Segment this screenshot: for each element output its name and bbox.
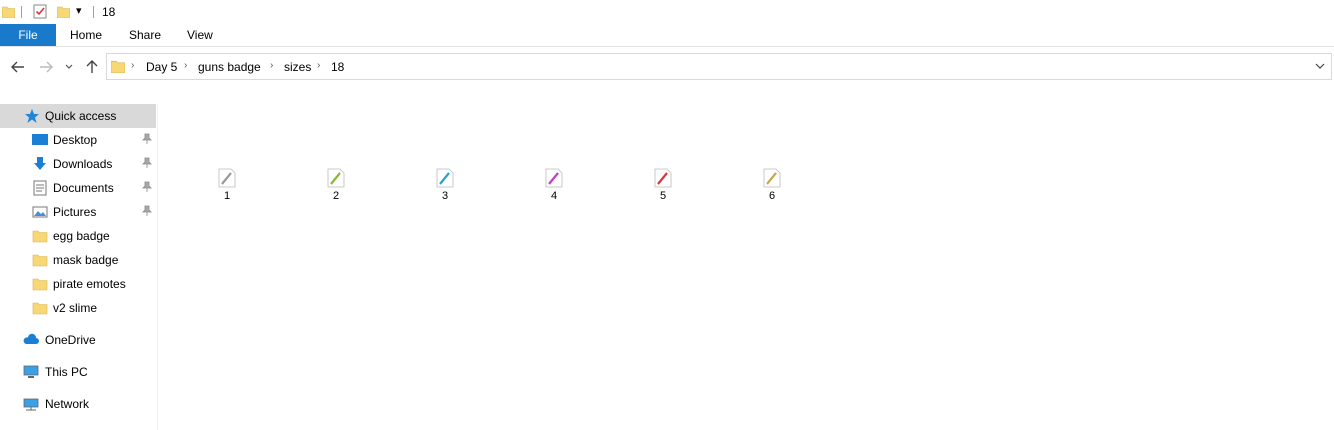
chevron-right-icon[interactable]: › bbox=[131, 60, 134, 71]
chevron-right-icon[interactable]: › bbox=[270, 60, 273, 71]
title-separator bbox=[93, 6, 94, 18]
recent-locations-button[interactable] bbox=[63, 59, 75, 75]
up-arrow-icon bbox=[86, 60, 98, 73]
address-dropdown-icon[interactable] bbox=[1315, 63, 1325, 70]
file-list[interactable]: 1 2 3 4 5 6 bbox=[158, 88, 1334, 430]
sidebar-item-label: Pictures bbox=[53, 205, 97, 219]
star-icon bbox=[25, 109, 39, 123]
tab-home[interactable]: Home bbox=[70, 24, 102, 46]
sidebar-item-mask-badge[interactable]: mask badge bbox=[0, 248, 156, 272]
folder-icon bbox=[32, 254, 48, 267]
sidebar-item-v2-slime[interactable]: v2 slime bbox=[0, 296, 156, 320]
chevron-right-icon[interactable]: › bbox=[317, 60, 320, 71]
tab-share[interactable]: Share bbox=[129, 24, 161, 46]
tab-file[interactable]: File bbox=[0, 24, 56, 46]
image-file-icon bbox=[327, 168, 345, 188]
sidebar-item-this-pc[interactable]: This PC bbox=[0, 360, 156, 384]
quick-access-separator bbox=[21, 6, 22, 18]
folder-icon bbox=[32, 230, 48, 243]
documents-icon bbox=[33, 180, 47, 196]
back-button[interactable] bbox=[10, 59, 26, 75]
file-item[interactable]: 1 bbox=[197, 168, 257, 208]
image-file-icon bbox=[763, 168, 781, 188]
navigation-bar: › Day 5 › guns badge › sizes › 18 bbox=[0, 47, 1334, 87]
sidebar-item-network[interactable]: Network bbox=[0, 392, 156, 416]
file-name: 6 bbox=[768, 190, 776, 202]
pin-icon bbox=[142, 205, 152, 216]
properties-icon[interactable] bbox=[33, 4, 47, 19]
sidebar-item-quick-access[interactable]: Quick access bbox=[0, 104, 156, 128]
sidebar-item-label: v2 slime bbox=[53, 301, 98, 315]
pin-icon bbox=[142, 157, 152, 168]
image-file-icon bbox=[218, 168, 236, 188]
sidebar-item-label: egg badge bbox=[53, 229, 110, 243]
file-item[interactable]: 6 bbox=[742, 168, 802, 208]
pictures-icon bbox=[32, 206, 48, 218]
sidebar-item-pictures[interactable]: Pictures bbox=[0, 200, 156, 224]
sidebar-item-label: Desktop bbox=[53, 133, 98, 147]
breadcrumb-guns-badge[interactable]: guns badge bbox=[198, 60, 261, 74]
sidebar-item-egg-badge[interactable]: egg badge bbox=[0, 224, 156, 248]
sidebar-item-label: Quick access bbox=[45, 109, 117, 123]
folder-icon bbox=[111, 60, 125, 73]
file-item[interactable]: 4 bbox=[524, 168, 584, 208]
new-folder-icon[interactable] bbox=[57, 5, 70, 18]
back-arrow-icon bbox=[11, 61, 24, 73]
navigation-pane: Quick access Desktop Downloads Documents… bbox=[0, 104, 158, 430]
sidebar-item-label: This PC bbox=[45, 365, 88, 379]
breadcrumb-18[interactable]: 18 bbox=[331, 60, 344, 74]
breadcrumb-sizes[interactable]: sizes bbox=[284, 60, 311, 74]
title-bar: ▾ 18 bbox=[0, 0, 1334, 24]
folder-icon bbox=[32, 278, 48, 291]
image-file-icon bbox=[545, 168, 563, 188]
pin-icon bbox=[142, 133, 152, 144]
ribbon-tabs: File Home Share View bbox=[0, 24, 1334, 47]
up-button[interactable] bbox=[84, 59, 100, 75]
downloads-icon bbox=[34, 157, 46, 170]
forward-arrow-icon bbox=[40, 61, 53, 73]
sidebar-item-label: Network bbox=[45, 397, 90, 411]
sidebar-item-label: Documents bbox=[53, 181, 114, 195]
folder-icon bbox=[32, 302, 48, 315]
file-item[interactable]: 3 bbox=[415, 168, 475, 208]
file-name: 3 bbox=[441, 190, 449, 202]
chevron-down-icon bbox=[65, 64, 73, 69]
forward-button[interactable] bbox=[38, 59, 54, 75]
file-name: 5 bbox=[659, 190, 667, 202]
breadcrumb-day-5[interactable]: Day 5 bbox=[146, 60, 177, 74]
file-name: 1 bbox=[223, 190, 231, 202]
sidebar-item-label: mask badge bbox=[53, 253, 119, 267]
address-bar[interactable]: › Day 5 › guns badge › sizes › 18 bbox=[106, 53, 1332, 80]
pin-icon bbox=[142, 181, 152, 192]
network-icon bbox=[23, 398, 39, 411]
folder-icon bbox=[2, 6, 15, 18]
tab-view[interactable]: View bbox=[187, 24, 213, 46]
sidebar-item-downloads[interactable]: Downloads bbox=[0, 152, 156, 176]
customize-toolbar-icon[interactable]: ▾ bbox=[76, 4, 82, 17]
computer-icon bbox=[23, 365, 39, 378]
sidebar-item-label: Downloads bbox=[53, 157, 113, 171]
sidebar-item-label: pirate emotes bbox=[53, 277, 126, 291]
window-title: 18 bbox=[102, 5, 116, 19]
chevron-right-icon[interactable]: › bbox=[184, 60, 187, 71]
sidebar-item-documents[interactable]: Documents bbox=[0, 176, 156, 200]
file-name: 2 bbox=[332, 190, 340, 202]
file-item[interactable]: 2 bbox=[306, 168, 366, 208]
image-file-icon bbox=[654, 168, 672, 188]
cloud-icon bbox=[23, 333, 39, 344]
sidebar-item-label: OneDrive bbox=[45, 333, 96, 347]
sidebar-item-pirate-emotes[interactable]: pirate emotes bbox=[0, 272, 156, 296]
sidebar-item-desktop[interactable]: Desktop bbox=[0, 128, 156, 152]
sidebar-item-onedrive[interactable]: OneDrive bbox=[0, 328, 156, 352]
file-name: 4 bbox=[550, 190, 558, 202]
image-file-icon bbox=[436, 168, 454, 188]
desktop-icon bbox=[32, 134, 48, 145]
file-item[interactable]: 5 bbox=[633, 168, 693, 208]
